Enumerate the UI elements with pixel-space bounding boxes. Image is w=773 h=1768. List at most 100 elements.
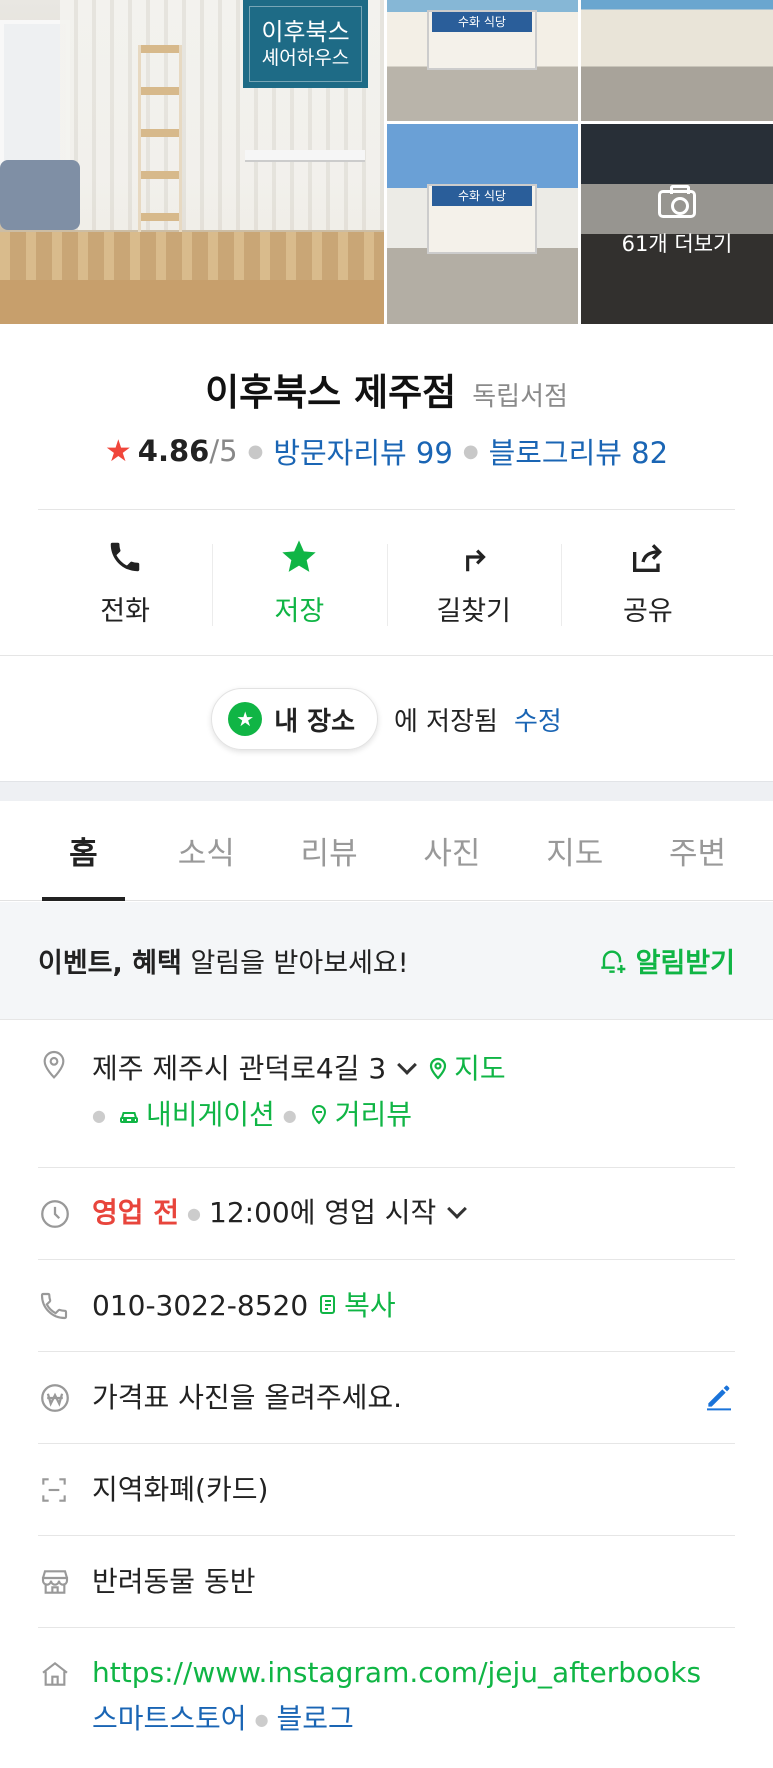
save-button[interactable]: 저장: [212, 510, 386, 655]
website-row: https://www.instagram.com/jeju_afterbook…: [38, 1628, 735, 1768]
home-icon: [38, 1656, 92, 1692]
share-icon: [628, 537, 668, 577]
opening-hours: 12:00에 영업 시작: [209, 1196, 437, 1229]
blog-link[interactable]: 블로그: [277, 1702, 354, 1735]
separator-dot: ●: [92, 1106, 106, 1125]
phone-row: 010-3022-8520 복사: [38, 1260, 735, 1352]
visitor-reviews-link[interactable]: 방문자리뷰 99: [273, 430, 453, 472]
amenity-row: 반려동물 동반: [38, 1536, 735, 1628]
photo-more-thumb[interactable]: 61개 더보기: [581, 124, 773, 324]
chevron-down-icon[interactable]: [447, 1199, 468, 1219]
phone-number[interactable]: 010-3022-8520: [92, 1289, 308, 1322]
car-icon: [119, 1112, 138, 1123]
divider: [0, 655, 773, 656]
street-view-link[interactable]: 거리뷰: [305, 1098, 412, 1131]
more-photos-label: 61개 더보기: [621, 232, 733, 256]
payment-text: 지역화폐(카드): [92, 1472, 269, 1506]
call-button[interactable]: 전화: [38, 510, 212, 655]
hours-row[interactable]: 영업 전 ● 12:00에 영업 시작: [38, 1168, 735, 1260]
price-placeholder: 가격표 사진을 올려주세요.: [92, 1380, 403, 1414]
separator-dot: ●: [187, 1204, 201, 1223]
store-icon: [38, 1564, 92, 1600]
card-scan-icon: [38, 1472, 92, 1508]
main-photo[interactable]: 이후북스 셰어하우스: [0, 0, 384, 324]
photo-shelf: [138, 45, 182, 235]
saved-list-name: 내 장소: [274, 706, 355, 737]
subscribe-alerts-button[interactable]: 알림받기: [596, 941, 735, 980]
photo-gallery[interactable]: 이후북스 셰어하우스 수화 식당 수화 식당 61개 더보기: [0, 0, 773, 324]
tab-map[interactable]: 지도: [513, 801, 636, 900]
share-label: 공유: [623, 596, 673, 627]
copy-phone-button[interactable]: 복사: [308, 1289, 396, 1322]
rating-score: 4.86: [137, 434, 210, 468]
call-label: 전화: [100, 596, 150, 627]
more-photos-overlay[interactable]: 61개 더보기: [581, 124, 773, 324]
tab-photos[interactable]: 사진: [390, 801, 513, 900]
separator-dot: ●: [247, 440, 264, 462]
tab-bar: 홈 소식 리뷰 사진 지도 주변: [0, 801, 773, 901]
map-pin-icon: [430, 1057, 447, 1080]
saved-status: ★ 내 장소 에 저장됨 수정: [0, 688, 773, 750]
saved-text: 에 저장됨: [394, 706, 498, 737]
tab-news[interactable]: 소식: [145, 801, 268, 900]
photo-desk: [245, 150, 365, 160]
photo-bed: [0, 160, 80, 230]
photo-thumb[interactable]: 수화 식당: [387, 124, 578, 324]
rating-max: /5: [209, 434, 238, 468]
star-badge-icon: ★: [228, 702, 263, 736]
directions-label: 길찾기: [436, 596, 511, 627]
map-link[interactable]: 지도: [424, 1052, 506, 1085]
action-bar: 전화 저장 길찾기 공유: [38, 509, 735, 655]
place-title: 이후북스 제주점: [205, 371, 457, 414]
place-header: 이후북스 제주점 독립서점 ★ 4.86 /5 ● 방문자리뷰 99 ● 블로그…: [0, 324, 773, 472]
phone-outline-icon: [38, 1288, 92, 1324]
notification-banner: 이벤트, 혜택 알림을 받아보세요! 알림받기: [0, 902, 773, 1020]
won-icon: [38, 1380, 92, 1416]
photo-table: [0, 280, 384, 324]
copy-icon: [320, 1294, 336, 1314]
edit-saved-link[interactable]: 수정: [514, 701, 562, 738]
save-label: 저장: [274, 596, 325, 627]
navigation-link[interactable]: 내비게이션: [114, 1098, 275, 1131]
place-category: 독립서점: [472, 382, 568, 412]
navigation-label: 내비게이션: [145, 1098, 275, 1131]
separator-dot: ●: [282, 1106, 297, 1125]
share-button[interactable]: 공유: [560, 510, 735, 655]
notice-text: 이벤트, 혜택 알림을 받아보세요!: [38, 941, 596, 980]
tab-reviews[interactable]: 리뷰: [268, 801, 391, 900]
star-icon: ★: [104, 433, 132, 469]
notice-bold-text: 이벤트, 혜택: [38, 948, 182, 979]
address-text[interactable]: 제주 제주시 관덕로4길 3: [92, 1052, 386, 1085]
street-view-label: 거리뷰: [334, 1098, 413, 1131]
photo-thumb[interactable]: [581, 0, 773, 121]
star-icon: [279, 537, 319, 577]
phone-icon: [106, 537, 144, 577]
share-house-sign: 이후북스 셰어하우스: [243, 0, 368, 88]
copy-label: 복사: [344, 1288, 396, 1322]
chevron-down-icon[interactable]: [397, 1055, 418, 1075]
smartstore-link[interactable]: 스마트스토어: [92, 1702, 247, 1735]
directions-icon: [455, 537, 493, 577]
blog-reviews-link[interactable]: 블로그리뷰 82: [489, 430, 669, 472]
tab-home[interactable]: 홈: [22, 801, 145, 901]
tab-nearby[interactable]: 주변: [636, 801, 759, 900]
open-status: 영업 전: [92, 1196, 180, 1229]
edit-pencil-icon[interactable]: [703, 1380, 735, 1416]
sign-line2: 셰어하우스: [261, 47, 350, 70]
photo-thumbnails: 수화 식당 수화 식당 61개 더보기: [387, 0, 773, 324]
notice-rest-text: 알림을 받아보세요!: [181, 948, 409, 979]
map-label: 지도: [454, 1052, 506, 1085]
photo-thumb[interactable]: 수화 식당: [387, 0, 578, 121]
website-link[interactable]: https://www.instagram.com/jeju_afterbook…: [92, 1656, 701, 1689]
rating-row: ★ 4.86 /5 ● 방문자리뷰 99 ● 블로그리뷰 82: [0, 430, 773, 472]
sign-line1: 이후북스: [261, 18, 350, 47]
section-divider: [0, 781, 773, 801]
price-row[interactable]: 가격표 사진을 올려주세요.: [38, 1352, 735, 1444]
shop-sign: 수화 식당: [432, 186, 532, 206]
street-view-icon: [311, 1105, 326, 1125]
clock-icon: [38, 1196, 92, 1232]
directions-button[interactable]: 길찾기: [386, 510, 561, 655]
pet-friendly-text: 반려동물 동반: [92, 1564, 256, 1598]
separator-dot: ●: [462, 440, 479, 462]
saved-list-chip[interactable]: ★ 내 장소: [211, 688, 378, 750]
